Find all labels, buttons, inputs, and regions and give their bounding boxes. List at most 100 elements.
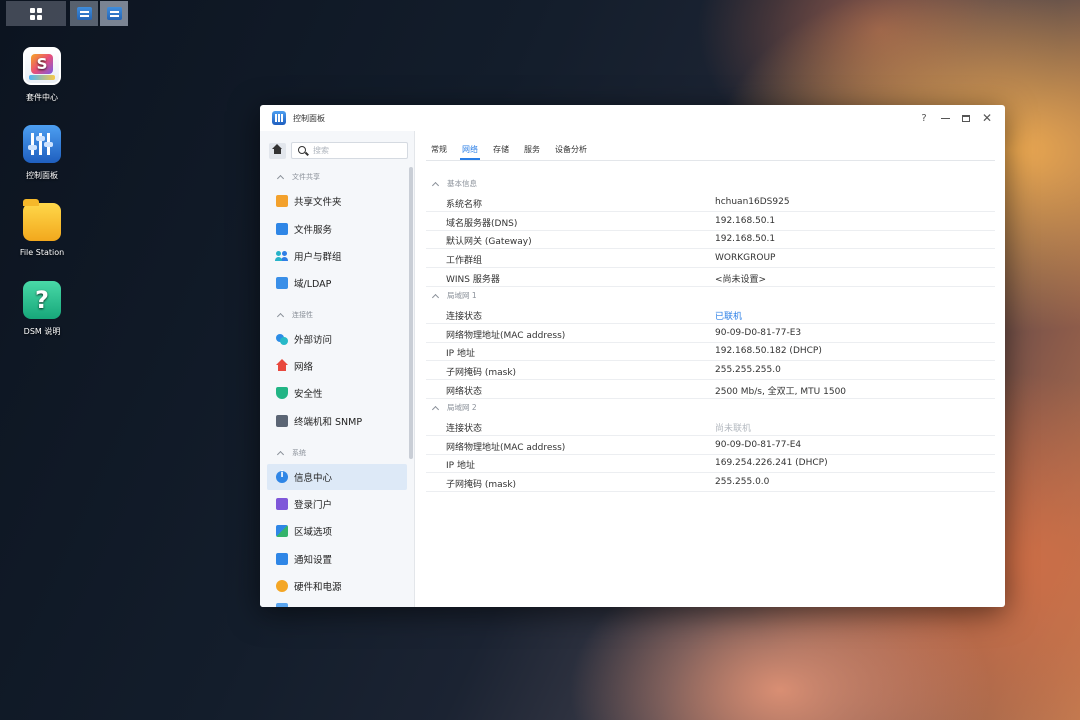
section-label: 连接性 <box>292 311 313 319</box>
sidebar-item-label: 域/LDAP <box>294 279 332 290</box>
desktop-icon-control-panel[interactable]: 控制面板 <box>12 125 72 181</box>
sidebar-item-info-center[interactable]: 信息中心 <box>267 464 407 490</box>
sidebar-item-notification[interactable]: 通知设置 <box>267 546 407 572</box>
search-input[interactable] <box>313 144 403 157</box>
desktop-icon-dsm-help[interactable]: ? DSM 说明 <box>12 281 72 337</box>
sidebar-item-label: 区域选项 <box>294 527 333 538</box>
external-access-icon <box>276 333 288 345</box>
sidebar-item-file-services[interactable]: 文件服务 <box>267 216 407 242</box>
main-menu-button[interactable] <box>6 1 66 26</box>
table-row: 子网掩码 (mask) 255.255.0.0 <box>426 473 995 492</box>
desktop-icon-label: 控制面板 <box>26 171 58 180</box>
row-key: WINS 服务器 <box>446 275 500 285</box>
chevron-up-icon <box>276 312 285 321</box>
chevron-up-icon <box>431 405 440 413</box>
sidebar-item-users-groups[interactable]: 用户与群组 <box>267 243 407 269</box>
section-header-file-sharing[interactable]: 文件共享 <box>276 172 320 183</box>
row-key: 默认网关 (Gateway) <box>446 237 532 247</box>
section-header-connectivity[interactable]: 连接性 <box>276 310 313 321</box>
sidebar-item-external-access[interactable]: 外部访问 <box>267 326 407 352</box>
row-value: 255.255.255.0 <box>715 365 781 375</box>
tab-storage[interactable]: 存储 <box>493 144 509 155</box>
app-window-icon <box>76 7 92 20</box>
taskbar-app-file-station[interactable] <box>70 1 98 26</box>
sidebar-item-label: 网络 <box>294 362 314 373</box>
grid-menu-icon <box>30 7 42 20</box>
table-row: 连接状态 尚未联机 <box>426 417 995 436</box>
minimize-button[interactable] <box>936 110 954 126</box>
sidebar-item-label: 外部访问 <box>294 335 333 346</box>
sidebar-item-label: 登录门户 <box>294 500 333 511</box>
desktop-icon-file-station[interactable]: File Station <box>12 199 72 257</box>
sidebar-item-shared-folder[interactable]: 共享文件夹 <box>267 188 407 214</box>
sidebar-item-label: 用户与群组 <box>294 252 342 263</box>
connection-status-value: 尚未联机 <box>715 424 752 434</box>
row-value: <尚未设置> <box>715 275 767 285</box>
regional-options-icon <box>276 525 288 537</box>
sidebar-item-network[interactable]: 网络 <box>267 353 407 379</box>
maximize-button[interactable] <box>957 110 975 126</box>
close-button[interactable]: ✕ <box>978 110 996 126</box>
chevron-up-icon <box>276 174 285 183</box>
shared-folder-icon <box>276 195 288 207</box>
desktop-icon-label: File Station <box>19 248 65 257</box>
sidebar-item-security[interactable]: 安全性 <box>267 380 407 406</box>
row-value: 255.255.0.0 <box>715 477 770 487</box>
row-value: 90-09-D0-81-77-E3 <box>715 328 802 338</box>
terminal-icon <box>276 415 288 427</box>
row-value: 192.168.50.1 <box>715 216 776 226</box>
users-groups-icon <box>275 250 288 262</box>
row-value: 2500 Mb/s, 全双工, MTU 1500 <box>715 387 847 397</box>
desktop-icon-package-center[interactable]: 套件中心 <box>12 47 72 103</box>
domain-ldap-icon <box>276 277 288 289</box>
connection-status-value: 已联机 <box>715 312 743 322</box>
active-tab-underline <box>460 158 480 160</box>
chevron-up-icon <box>431 293 440 301</box>
chevron-up-icon <box>276 450 285 459</box>
control-panel-icon <box>23 125 61 163</box>
search-box[interactable] <box>291 142 408 159</box>
tab-network[interactable]: 网络 <box>462 144 478 155</box>
sidebar-item-label: 信息中心 <box>294 473 333 484</box>
group-header-lan-2[interactable]: 局域网 2 <box>426 398 995 417</box>
help-button[interactable]: ? <box>915 110 933 126</box>
section-label: 系统 <box>292 449 306 457</box>
sidebar-item-login-portal[interactable]: 登录门户 <box>267 491 407 517</box>
group-header-lan-1[interactable]: 局域网 1 <box>426 286 995 305</box>
sidebar-item-hardware-power[interactable]: 硬件和电源 <box>267 573 407 599</box>
row-value: WORKGROUP <box>715 253 776 263</box>
table-row: 网络物理地址(MAC address) 90-09-D0-81-77-E4 <box>426 436 995 455</box>
table-row: 系统名称 hchuan16DS925 <box>426 193 995 212</box>
sidebar-item-label: 文件服务 <box>294 225 333 236</box>
file-services-icon <box>276 223 288 235</box>
sidebar-item-label: 硬件和电源 <box>294 582 342 593</box>
table-row: IP 地址 192.168.50.182 (DHCP) <box>426 342 995 361</box>
sidebar-scrollbar[interactable] <box>409 167 413 459</box>
sidebar-item-label: 通知设置 <box>294 555 333 566</box>
row-key: 网络物理地址(MAC address) <box>446 443 566 453</box>
tab-bar: 常规 网络 存储 服务 设备分析 <box>426 131 995 161</box>
tab-services[interactable]: 服务 <box>524 144 540 155</box>
section-label: 文件共享 <box>292 173 320 181</box>
row-key: 子网掩码 (mask) <box>446 480 517 490</box>
row-value: 192.168.50.182 (DHCP) <box>715 346 822 356</box>
group-label: 局域网 1 <box>447 291 477 300</box>
sidebar-item-domain-ldap[interactable]: 域/LDAP <box>267 270 407 296</box>
taskbar-app-control-panel[interactable] <box>100 1 128 26</box>
section-header-system[interactable]: 系统 <box>276 448 306 459</box>
taskbar <box>0 0 1080 27</box>
group-header-basic-info[interactable]: 基本信息 <box>426 174 995 193</box>
package-center-icon <box>23 47 61 85</box>
control-panel-icon <box>272 111 286 125</box>
sidebar-item-regional-options[interactable]: 区域选项 <box>267 518 407 544</box>
row-value: 169.254.226.241 (DHCP) <box>715 458 828 468</box>
window-titlebar[interactable]: 控制面板 ? ✕ <box>260 105 1005 131</box>
sidebar-item-terminal-snmp[interactable]: 终端机和 SNMP <box>267 408 407 434</box>
row-key: 子网掩码 (mask) <box>446 368 517 378</box>
login-portal-icon <box>276 498 288 510</box>
home-button[interactable] <box>269 143 286 159</box>
security-shield-icon <box>276 387 288 399</box>
tab-device-analysis[interactable]: 设备分析 <box>555 144 587 155</box>
tab-general[interactable]: 常规 <box>431 144 447 155</box>
window-title: 控制面板 <box>293 114 325 123</box>
